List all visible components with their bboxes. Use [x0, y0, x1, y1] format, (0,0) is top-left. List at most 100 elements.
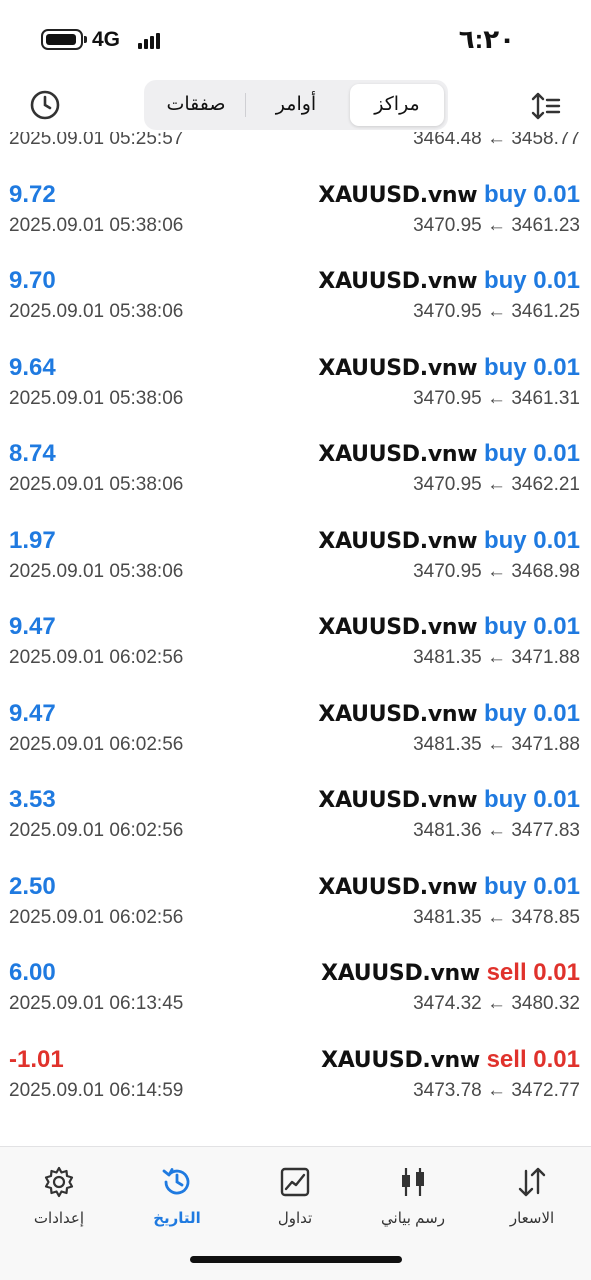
arrow-left-icon: ←	[487, 1079, 507, 1101]
trade-profit: 9.72	[9, 180, 56, 208]
trade-row[interactable]: -5.712025.09.01 05:25:57XAUUSD.vnw sell …	[0, 132, 591, 173]
trade-prices: 3481.35 ← 3471.88	[413, 647, 580, 669]
trade-close-price: 3481.35	[413, 733, 482, 755]
trade-open-price: 3461.25	[511, 301, 580, 322]
trade-row[interactable]: 8.74 2025.09.01 05:38:06 XAUUSD.vnw buy 0.…	[0, 432, 591, 519]
trade-symbol: XAUUSD.vnw	[318, 788, 478, 813]
trade-datetime: 2025.09.01 06:13:45	[9, 993, 184, 1014]
tab-settings[interactable]: إعدادات	[0, 1165, 118, 1229]
trade-datetime: 2025.09.01 06:02:56	[9, 647, 184, 668]
trade-header: XAUUSD.vnw buy 0.01	[318, 440, 580, 468]
arrow-left-icon: ←	[487, 132, 507, 149]
status-bar: 4G ٦:٢٠	[0, 0, 591, 80]
trade-row[interactable]: 6.00 2025.09.01 06:13:45 XAUUSD.vnw sell 0…	[0, 951, 591, 1038]
trade-header: XAUUSD.vnw buy 0.01	[318, 181, 580, 209]
tab-positions[interactable]: مراكز	[350, 84, 444, 126]
arrow-left-icon: ←	[487, 474, 507, 495]
tab-label: رسم بياني	[381, 1210, 445, 1227]
clock-time: ٦:٢٠	[458, 24, 515, 54]
arrow-left-icon: ←	[487, 301, 507, 322]
trade-close-price: 3464.48	[413, 132, 482, 149]
trade-prices: 3474.32 ← 3480.32	[413, 993, 580, 1015]
history-clock-icon[interactable]	[28, 88, 62, 122]
trade-datetime: 2025.09.01 05:38:06	[9, 560, 184, 582]
trade-prices: 3470.95 ← 3461.25	[413, 301, 580, 323]
signal-icon	[138, 33, 162, 49]
trade-volume: 0.01	[533, 959, 580, 986]
tab-label: تداول	[277, 1210, 313, 1227]
trade-close-price: 3474.32	[413, 993, 482, 1014]
trade-direction: sell	[486, 959, 527, 986]
trade-header: XAUUSD.vnw sell 0.01	[321, 1046, 580, 1074]
trade-history-list[interactable]: -5.712025.09.01 05:25:57XAUUSD.vnw sell …	[0, 132, 591, 1146]
arrow-left-icon: ←	[487, 647, 507, 668]
arrow-left-icon: ←	[487, 993, 507, 1014]
sort-icon[interactable]	[529, 89, 563, 123]
trade-symbol: XAUUSD.vnw	[318, 355, 478, 381]
trade-prices: 3470.95 ← 3461.23	[413, 215, 580, 237]
trade-direction: buy	[483, 613, 527, 640]
tab-history[interactable]: التاريخ	[118, 1165, 236, 1229]
top-nav: صفقات أوامر مراكز	[0, 80, 591, 132]
trade-prices: 3473.78 ← 3472.77	[413, 1080, 580, 1102]
tab-label: التاريخ	[153, 1210, 201, 1227]
arrow-left-icon: ←	[487, 560, 507, 582]
trade-volume: 0.01	[533, 613, 580, 640]
trade-header: XAUUSD.vnw buy 0.01	[318, 527, 580, 555]
tab-quotes[interactable]: الاسعار	[473, 1165, 591, 1229]
trade-datetime: 2025.09.01 05:38:06	[9, 214, 184, 236]
trade-volume: 0.01	[533, 872, 580, 900]
trade-profit: 1.97	[9, 526, 56, 554]
trade-profit: 9.47	[9, 699, 56, 727]
trade-open-price: 3471.88	[511, 733, 580, 755]
trade-row[interactable]: 9.72 2025.09.01 05:38:06 XAUUSD.vnw buy 0.…	[0, 173, 591, 260]
trade-header: XAUUSD.vnw sell 0.01	[321, 959, 580, 987]
trade-datetime: 2025.09.01 05:38:06	[9, 301, 184, 322]
trade-direction: buy	[483, 526, 527, 554]
tab-deals[interactable]: صفقات	[148, 84, 244, 126]
trade-close-price: 3481.35	[413, 647, 482, 668]
trade-row[interactable]: 9.64 2025.09.01 05:38:06 XAUUSD.vnw buy 0.…	[0, 346, 591, 433]
trade-symbol: XAUUSD.vnw	[318, 269, 478, 294]
gear-icon	[44, 1166, 74, 1198]
trade-close-price: 3470.95	[413, 214, 482, 236]
trade-symbol: XAUUSD.vnw	[318, 442, 478, 467]
trade-datetime: 2025.09.01 06:14:59	[9, 1079, 184, 1101]
trade-row[interactable]: 9.47 2025.09.01 06:02:56 XAUUSD.vnw buy 0.…	[0, 692, 591, 779]
trade-open-price: 3468.98	[511, 560, 580, 582]
trade-prices: 3481.35 ← 3471.88	[413, 734, 580, 756]
trade-direction: buy	[483, 440, 527, 467]
trade-symbol: XAUUSD.vnw	[318, 701, 478, 727]
trade-datetime: 2025.09.01 06:02:56	[9, 906, 184, 928]
trade-direction: sell	[486, 1045, 527, 1073]
trade-volume: 0.01	[533, 267, 580, 294]
trade-volume: 0.01	[533, 526, 580, 554]
trade-volume: 0.01	[533, 1045, 580, 1073]
trade-row[interactable]: 2.50 2025.09.01 06:02:56 XAUUSD.vnw buy 0.…	[0, 865, 591, 952]
trade-prices: 3464.48 ← 3458.77	[413, 132, 580, 150]
trade-open-price: 3478.85	[511, 906, 580, 928]
tab-orders[interactable]: أوامر	[248, 84, 344, 126]
trade-profit: 9.47	[9, 613, 56, 640]
trade-row[interactable]: 1.97 2025.09.01 05:38:06 XAUUSD.vnw buy 0.…	[0, 519, 591, 606]
trade-volume: 0.01	[533, 353, 580, 381]
trade-prices: 3481.35 ← 3478.85	[413, 907, 580, 929]
trade-row[interactable]: 3.53 2025.09.01 06:02:56 XAUUSD.vnw buy 0.…	[0, 778, 591, 865]
tab-trade[interactable]: تداول	[236, 1165, 354, 1229]
tab-chart[interactable]: رسم بياني	[354, 1165, 472, 1229]
trade-row[interactable]: -1.01 2025.09.01 06:14:59 XAUUSD.vnw sell …	[0, 1038, 591, 1125]
trade-prices: 3470.95 ← 3462.21	[413, 474, 580, 496]
trade-profit: 9.64	[9, 353, 56, 381]
trade-close-price: 3481.35	[413, 906, 482, 928]
trade-row[interactable]: 9.47 2025.09.01 06:02:56 XAUUSD.vnw buy 0.…	[0, 605, 591, 692]
arrow-left-icon: ←	[487, 906, 507, 928]
arrow-left-icon: ←	[487, 214, 507, 236]
trade-open-price: 3462.21	[511, 474, 580, 495]
trade-volume: 0.01	[533, 786, 580, 813]
arrow-left-icon: ←	[487, 820, 507, 841]
trade-open-price: 3461.23	[511, 214, 580, 236]
trade-row[interactable]: 9.70 2025.09.01 05:38:06 XAUUSD.vnw buy 0.…	[0, 259, 591, 346]
trade-prices: 3481.36 ← 3477.83	[413, 820, 580, 842]
trade-close-price: 3470.95	[413, 301, 482, 322]
arrow-left-icon: ←	[487, 387, 507, 409]
